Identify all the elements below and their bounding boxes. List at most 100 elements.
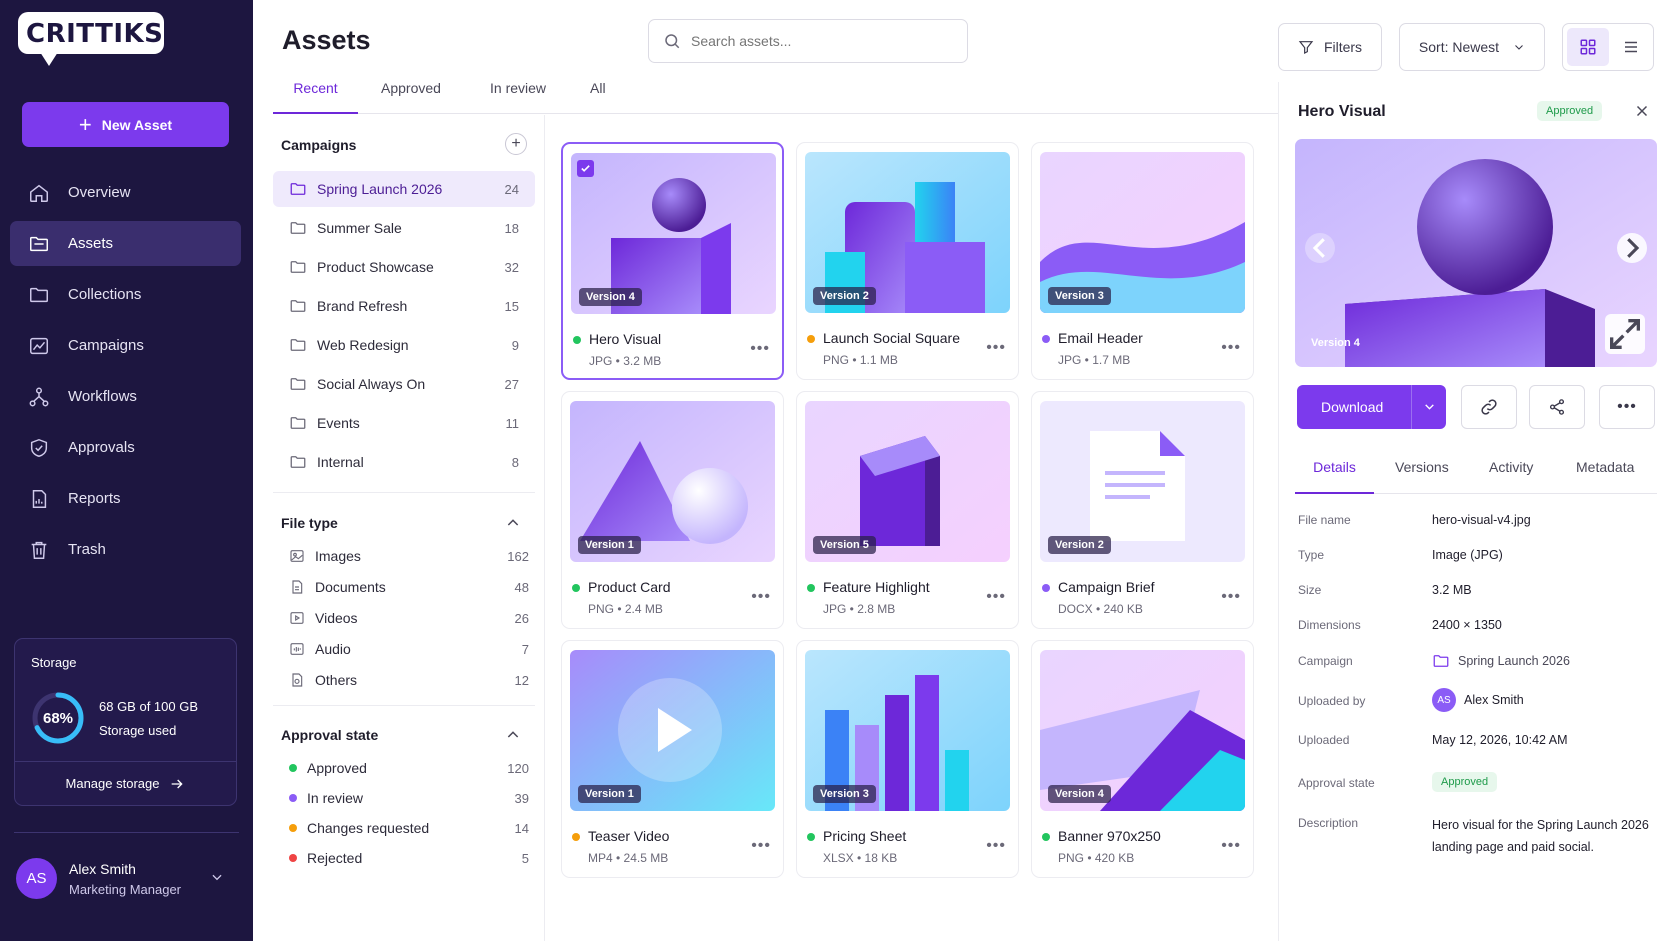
asset-thumbnail: Version 2 bbox=[805, 152, 1010, 313]
view-toggle bbox=[1562, 23, 1654, 71]
next-image-button[interactable] bbox=[1617, 233, 1647, 263]
more-options-icon[interactable]: ••• bbox=[1221, 339, 1241, 357]
close-icon[interactable] bbox=[1633, 102, 1651, 120]
approval-count: 5 bbox=[521, 850, 529, 866]
tab-details[interactable]: Details bbox=[1295, 459, 1374, 494]
more-actions-button[interactable]: ••• bbox=[1599, 385, 1655, 429]
user-menu[interactable]: AS Alex Smith Marketing Manager bbox=[14, 856, 239, 900]
more-options-icon[interactable]: ••• bbox=[986, 588, 1006, 606]
version-badge: Version 4 bbox=[579, 288, 642, 306]
campaign-item[interactable]: Brand Refresh 15 bbox=[273, 288, 535, 324]
filter-panel: Campaigns + Spring Launch 2026 24 Summer… bbox=[273, 115, 545, 941]
version-badge: Version 4 bbox=[1048, 785, 1111, 803]
campaign-link[interactable]: Spring Launch 2026 bbox=[1432, 652, 1570, 670]
more-options-icon[interactable]: ••• bbox=[1221, 837, 1241, 855]
campaign-item[interactable]: Social Always On 27 bbox=[273, 366, 535, 402]
share-button[interactable] bbox=[1529, 385, 1585, 429]
approval-item[interactable]: Changes requested 14 bbox=[289, 816, 529, 840]
divider bbox=[273, 492, 535, 493]
sort-dropdown[interactable]: Sort: Newest bbox=[1399, 23, 1545, 71]
more-options-icon[interactable]: ••• bbox=[986, 339, 1006, 357]
campaign-item[interactable]: Web Redesign 9 bbox=[273, 327, 535, 363]
search-box[interactable] bbox=[648, 19, 968, 63]
add-campaign-button[interactable]: + bbox=[505, 133, 527, 155]
uploader: AS Alex Smith bbox=[1432, 688, 1524, 712]
more-options-icon[interactable]: ••• bbox=[986, 837, 1006, 855]
campaign-item[interactable]: Spring Launch 2026 24 bbox=[273, 171, 535, 207]
asset-card[interactable]: Version 3 Pricing Sheet XLSX • 18 KB ••• bbox=[796, 640, 1019, 878]
file-type-item[interactable]: Documents 48 bbox=[289, 575, 529, 599]
sidebar-item-approvals[interactable]: Approvals bbox=[10, 425, 241, 470]
campaign-item[interactable]: Events 11 bbox=[273, 405, 535, 441]
tab-versions[interactable]: Versions bbox=[1395, 459, 1449, 494]
sidebar-item-assets[interactable]: Assets bbox=[10, 221, 241, 266]
file-type-item[interactable]: Audio 7 bbox=[289, 637, 529, 661]
copy-link-button[interactable] bbox=[1461, 385, 1517, 429]
tab-activity[interactable]: Activity bbox=[1489, 459, 1533, 494]
sidebar-item-workflows[interactable]: Workflows bbox=[10, 374, 241, 419]
search-icon bbox=[665, 34, 680, 49]
file-type-item[interactable]: Videos 26 bbox=[289, 606, 529, 630]
tab-approved[interactable]: Approved bbox=[381, 80, 441, 114]
search-input[interactable] bbox=[691, 33, 931, 49]
folder-icon bbox=[1433, 655, 1449, 667]
approval-item[interactable]: Approved 120 bbox=[289, 756, 529, 780]
campaign-name: Web Redesign bbox=[317, 337, 409, 353]
chevron-up-icon[interactable] bbox=[505, 727, 521, 743]
selection-checkbox[interactable] bbox=[577, 160, 594, 177]
chevron-up-icon[interactable] bbox=[505, 515, 521, 531]
asset-card[interactable]: Version 3 Email Header JPG • 1.7 MB ••• bbox=[1031, 142, 1254, 380]
download-button[interactable]: Download bbox=[1297, 385, 1446, 429]
field-label: Approval state bbox=[1298, 776, 1375, 790]
crittiks-logo[interactable]: CRITTIKS bbox=[18, 12, 164, 66]
campaign-item[interactable]: Summer Sale 18 bbox=[273, 210, 535, 246]
more-options-icon[interactable]: ••• bbox=[1221, 588, 1241, 606]
sidebar-item-collections[interactable]: Collections bbox=[10, 272, 241, 317]
grid-view-button[interactable] bbox=[1567, 28, 1609, 66]
file-type-item[interactable]: Others 12 bbox=[289, 668, 529, 692]
campaign-count: 18 bbox=[504, 220, 519, 236]
asset-card[interactable]: Version 5 Feature Highlight JPG • 2.8 MB… bbox=[796, 391, 1019, 629]
asset-card[interactable]: Version 2 Campaign Brief DOCX • 240 KB •… bbox=[1031, 391, 1254, 629]
more-options-icon[interactable]: ••• bbox=[751, 837, 771, 855]
file-type-heading: File type bbox=[281, 515, 338, 531]
sidebar-item-trash[interactable]: Trash bbox=[10, 527, 241, 572]
tab-all[interactable]: All bbox=[590, 80, 606, 114]
asset-card[interactable]: Version 4 Hero Visual JPG • 3.2 MB ••• bbox=[561, 142, 784, 380]
manage-storage-link[interactable]: Manage storage bbox=[15, 761, 236, 806]
sidebar-item-campaigns[interactable]: Campaigns bbox=[10, 323, 241, 368]
asset-card[interactable]: Version 1 Teaser Video MP4 • 24.5 MB ••• bbox=[561, 640, 784, 878]
file-type-item[interactable]: Images 162 bbox=[289, 544, 529, 568]
storage-used-text: 68 GB of 100 GB Storage used bbox=[99, 695, 198, 743]
campaign-item[interactable]: Product Showcase 32 bbox=[273, 249, 535, 285]
more-options-icon[interactable]: ••• bbox=[750, 340, 770, 358]
file-type-name: Others bbox=[315, 672, 358, 688]
tab-in-review[interactable]: In review bbox=[490, 80, 546, 114]
campaign-item[interactable]: Internal 8 bbox=[273, 444, 535, 480]
more-options-icon[interactable]: ••• bbox=[751, 588, 771, 606]
asset-card[interactable]: Version 4 Banner 970x250 PNG • 420 KB ••… bbox=[1031, 640, 1254, 878]
new-asset-button[interactable]: + New Asset bbox=[22, 102, 229, 147]
tab-metadata[interactable]: Metadata bbox=[1576, 459, 1634, 494]
approval-name: Changes requested bbox=[307, 820, 430, 836]
expand-button[interactable] bbox=[1605, 314, 1645, 354]
sidebar-item-reports[interactable]: Reports bbox=[10, 476, 241, 521]
sidebar-item-label: Overview bbox=[68, 184, 131, 201]
asset-card[interactable]: Version 2 Launch Social Square PNG • 1.1… bbox=[796, 142, 1019, 380]
asset-meta: PNG • 420 KB bbox=[1058, 851, 1135, 865]
file-type-name: Images bbox=[315, 548, 361, 564]
asset-tabs: Recent Approved In review All bbox=[273, 72, 1278, 114]
asset-title: Pricing Sheet bbox=[823, 828, 907, 844]
download-label: Download bbox=[1321, 399, 1384, 415]
tab-recent[interactable]: Recent bbox=[273, 80, 358, 114]
video-icon bbox=[290, 612, 304, 624]
filters-button[interactable]: Filters bbox=[1278, 23, 1382, 71]
asset-card[interactable]: Version 1 Product Card PNG • 2.4 MB ••• bbox=[561, 391, 784, 629]
previous-image-button[interactable] bbox=[1305, 233, 1335, 263]
approval-item[interactable]: In review 39 bbox=[289, 786, 529, 810]
sidebar-item-overview[interactable]: Overview bbox=[10, 170, 241, 215]
approval-item[interactable]: Rejected 5 bbox=[289, 846, 529, 870]
list-view-button[interactable] bbox=[1611, 28, 1651, 66]
campaign-name: Spring Launch 2026 bbox=[317, 181, 443, 197]
chevron-down-icon[interactable] bbox=[1423, 400, 1436, 413]
